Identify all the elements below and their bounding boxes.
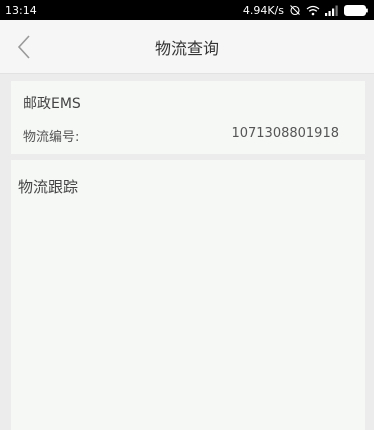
alarm-off-icon — [289, 4, 301, 16]
signal-icon — [325, 5, 339, 16]
logistics-info-card: 邮政EMS 物流编号: 1071308801918 — [11, 81, 365, 154]
back-button[interactable] — [8, 31, 40, 63]
chevron-left-icon — [17, 35, 30, 59]
wifi-icon — [306, 5, 320, 16]
status-time: 13:14 — [5, 3, 37, 17]
tracking-title: 物流跟踪 — [18, 178, 79, 196]
status-bar: 13:14 4.94K/s — [0, 0, 374, 20]
app-header: 物流查询 — [0, 20, 374, 74]
tracking-number-label: 物流编号: — [23, 130, 80, 145]
tracking-card: 物流跟踪 — [11, 160, 365, 430]
network-speed: 4.94K/s — [242, 3, 284, 17]
battery-icon — [344, 4, 368, 16]
status-indicators: 4.94K/s — [243, 4, 368, 17]
tracking-number-value: 1071308801918 — [231, 126, 339, 141]
page-title: 物流查询 — [154, 39, 219, 58]
courier-company: 邮政EMS — [23, 96, 81, 112]
